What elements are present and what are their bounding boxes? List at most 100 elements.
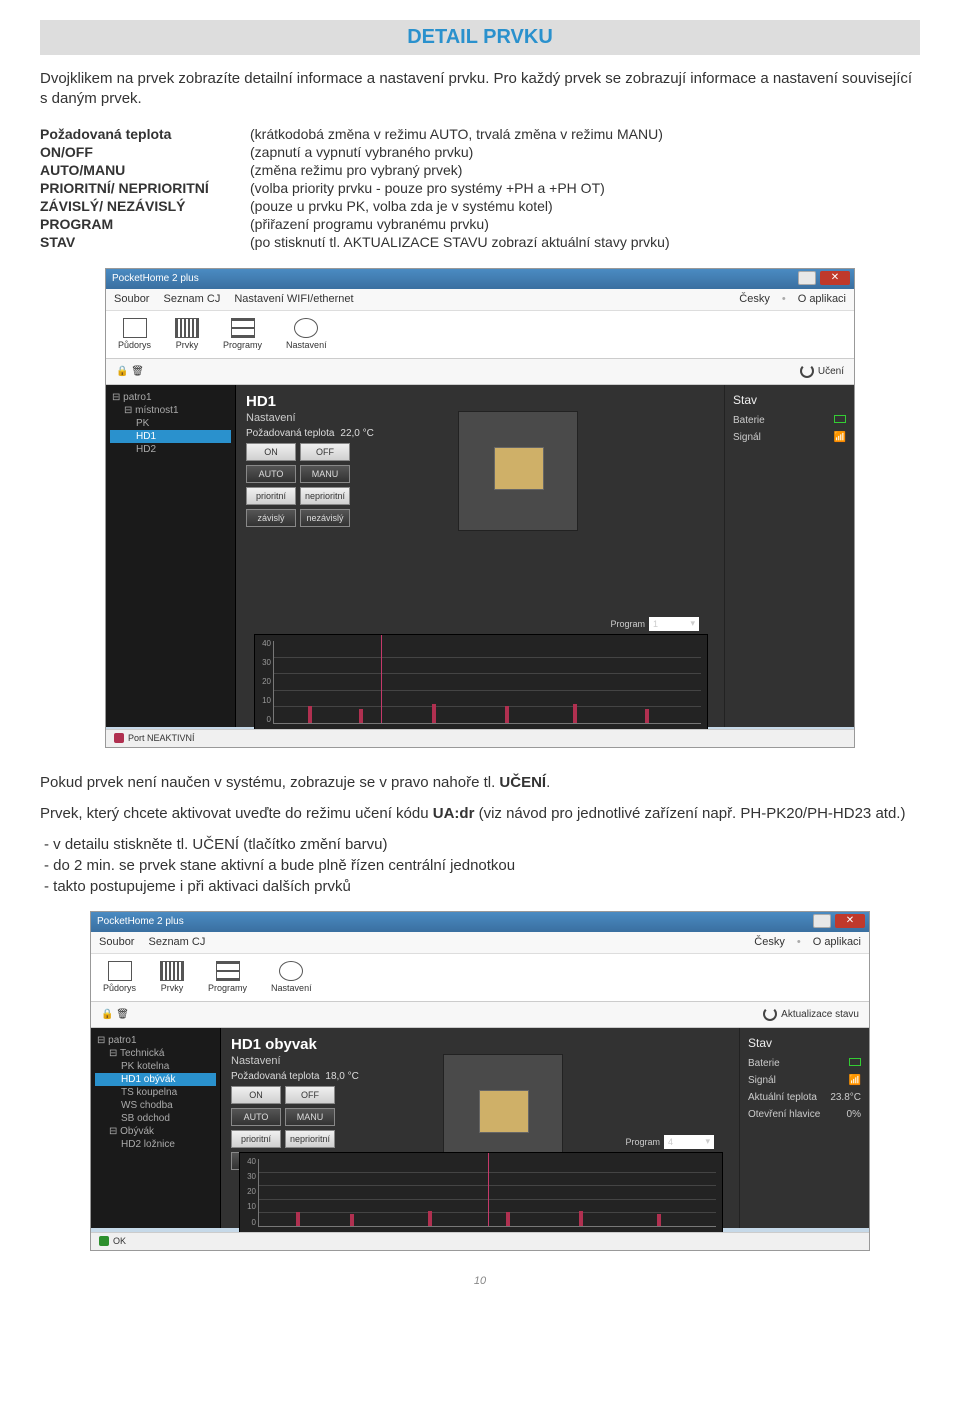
menu-item[interactable]: Seznam CJ bbox=[148, 936, 205, 948]
status-text: OK bbox=[113, 1236, 126, 1246]
menu-about[interactable]: O aplikaci bbox=[798, 293, 846, 305]
floorplan-icon bbox=[108, 961, 132, 981]
program-select[interactable]: 4▾ bbox=[664, 1135, 714, 1149]
nonpriority-button[interactable]: neprioritní bbox=[300, 487, 350, 505]
tree-node[interactable]: ⊟ Technická bbox=[95, 1047, 216, 1060]
auto-button[interactable]: AUTO bbox=[246, 465, 296, 483]
window-close-icon[interactable]: ✕ bbox=[835, 914, 865, 928]
req-temp-value[interactable]: 18,0 °C bbox=[325, 1071, 358, 1082]
list-item: takto postupujeme i při aktivaci dalších… bbox=[44, 876, 920, 897]
window-titlebar: PocketHome 2 plus ✕ bbox=[91, 912, 869, 932]
on-button[interactable]: ON bbox=[231, 1086, 281, 1104]
tree-node[interactable]: HD2 bbox=[110, 443, 231, 456]
param-label: STAV bbox=[40, 234, 250, 250]
auto-button[interactable]: AUTO bbox=[231, 1108, 281, 1126]
off-button[interactable]: OFF bbox=[300, 443, 350, 461]
signal-icon: 📶 bbox=[849, 1075, 861, 1086]
priority-button[interactable]: prioritní bbox=[231, 1130, 281, 1148]
panel-subtitle: Nastavení bbox=[246, 412, 446, 424]
battery-label: Baterie bbox=[748, 1058, 780, 1069]
refresh-icon[interactable] bbox=[800, 364, 814, 378]
on-button[interactable]: ON bbox=[246, 443, 296, 461]
sub-toolbar: 🔒 🗑 Učení bbox=[106, 359, 854, 385]
app-screenshot-2: PocketHome 2 plus ✕ Soubor Seznam CJ Čes… bbox=[90, 911, 870, 1251]
tree-node[interactable]: HD2 ložnice bbox=[95, 1138, 216, 1151]
dependent-button[interactable]: závislý bbox=[246, 509, 296, 527]
menu-language[interactable]: Česky bbox=[754, 936, 785, 948]
valve-open-label: Otevření hlavice bbox=[748, 1109, 820, 1120]
program-label: Program bbox=[625, 1137, 660, 1147]
lock-icon[interactable]: 🔒 bbox=[101, 1009, 113, 1020]
status-icon bbox=[114, 733, 124, 743]
chart-y-axis: 403020100 bbox=[242, 1157, 256, 1227]
toolbar: Půdorys Prvky Programy Nastavení bbox=[91, 954, 869, 1002]
list-icon bbox=[231, 318, 255, 338]
gear-icon bbox=[279, 961, 303, 981]
device-image bbox=[458, 411, 578, 531]
learn-label[interactable]: Učení bbox=[818, 366, 844, 377]
tree-node[interactable]: ⊟ místnost1 bbox=[110, 404, 231, 417]
window-minimize-icon[interactable] bbox=[813, 914, 831, 928]
menu-item[interactable]: Soubor bbox=[99, 936, 134, 948]
trash-icon[interactable]: 🗑 bbox=[131, 366, 144, 377]
tree-node[interactable]: PK bbox=[110, 417, 231, 430]
body-text-2: Prvek, který chcete aktivovat uveďte do … bbox=[40, 803, 920, 824]
valve-open-value: 0% bbox=[847, 1109, 861, 1120]
toolbar-settings[interactable]: Nastavení bbox=[271, 961, 312, 993]
toolbar-elements[interactable]: Prvky bbox=[160, 961, 184, 993]
tree-node[interactable]: TS koupelna bbox=[95, 1086, 216, 1099]
list-item: v detailu stiskněte tl. UČENÍ (tlačítko … bbox=[44, 834, 920, 855]
param-label: ZÁVISLÝ/ NEZÁVISLÝ bbox=[40, 198, 250, 214]
off-button[interactable]: OFF bbox=[285, 1086, 335, 1104]
menu-item[interactable]: Nastavení WIFI/ethernet bbox=[234, 293, 353, 305]
param-value: (krátkodobá změna v režimu AUTO, trvalá … bbox=[250, 126, 663, 142]
signal-icon: 📶 bbox=[834, 432, 846, 443]
menu-item[interactable]: Seznam CJ bbox=[163, 293, 220, 305]
param-label: PROGRAM bbox=[40, 216, 250, 232]
toolbar-elements[interactable]: Prvky bbox=[175, 318, 199, 350]
app-screenshot-1: PocketHome 2 plus ✕ Soubor Seznam CJ Nas… bbox=[105, 268, 855, 748]
manu-button[interactable]: MANU bbox=[300, 465, 350, 483]
param-label: Požadovaná teplota bbox=[40, 126, 250, 142]
tree-node[interactable]: ⊟ Obývák bbox=[95, 1125, 216, 1138]
tree-node-selected[interactable]: HD1 bbox=[110, 430, 231, 443]
toolbar-floorplan[interactable]: Půdorys bbox=[103, 961, 136, 993]
toolbar-settings[interactable]: Nastavení bbox=[286, 318, 327, 350]
req-temp-label: Požadovaná teplota bbox=[246, 428, 334, 439]
independent-button[interactable]: nezávislý bbox=[300, 509, 350, 527]
param-value: (po stisknutí tl. AKTUALIZACE STAVU zobr… bbox=[250, 234, 670, 250]
window-minimize-icon[interactable] bbox=[798, 271, 816, 285]
bullet-list: v detailu stiskněte tl. UČENÍ (tlačítko … bbox=[40, 834, 920, 897]
tree-node[interactable]: ⊟ patro1 bbox=[95, 1034, 216, 1047]
toolbar-programs[interactable]: Programy bbox=[208, 961, 247, 993]
battery-icon bbox=[834, 415, 846, 423]
menu-language[interactable]: Česky bbox=[739, 293, 770, 305]
trash-icon[interactable]: 🗑 bbox=[116, 1009, 129, 1020]
menu-about[interactable]: O aplikaci bbox=[813, 936, 861, 948]
tree-node-selected[interactable]: HD1 obývák bbox=[95, 1073, 216, 1086]
toolbar-programs[interactable]: Programy bbox=[223, 318, 262, 350]
refresh-icon[interactable] bbox=[763, 1007, 777, 1021]
tree-node[interactable]: ⊟ patro1 bbox=[110, 391, 231, 404]
toolbar: Půdorys Prvky Programy Nastavení bbox=[106, 311, 854, 359]
tree-node[interactable]: WS chodba bbox=[95, 1099, 216, 1112]
panel-title: HD1 bbox=[246, 393, 446, 410]
lock-icon[interactable]: 🔒 bbox=[116, 366, 128, 377]
program-select[interactable]: 1▾ bbox=[649, 617, 699, 631]
sub-toolbar: 🔒 🗑 Aktualizace stavu bbox=[91, 1002, 869, 1028]
signal-label: Signál bbox=[748, 1075, 776, 1086]
priority-button[interactable]: prioritní bbox=[246, 487, 296, 505]
signal-label: Signál bbox=[733, 432, 761, 443]
param-value: (zapnutí a vypnutí vybraného prvku) bbox=[250, 144, 473, 160]
tree-node[interactable]: PK kotelna bbox=[95, 1060, 216, 1073]
status-bar: Port NEAKTIVNÍ bbox=[106, 729, 854, 747]
tree-node[interactable]: SB odchod bbox=[95, 1112, 216, 1125]
toolbar-floorplan[interactable]: Půdorys bbox=[118, 318, 151, 350]
nonpriority-button[interactable]: neprioritní bbox=[285, 1130, 335, 1148]
update-status-label[interactable]: Aktualizace stavu bbox=[781, 1009, 859, 1020]
manu-button[interactable]: MANU bbox=[285, 1108, 335, 1126]
menu-item[interactable]: Soubor bbox=[114, 293, 149, 305]
window-close-icon[interactable]: ✕ bbox=[820, 271, 850, 285]
req-temp-value[interactable]: 22,0 °C bbox=[340, 428, 373, 439]
status-text: Port NEAKTIVNÍ bbox=[128, 733, 195, 743]
